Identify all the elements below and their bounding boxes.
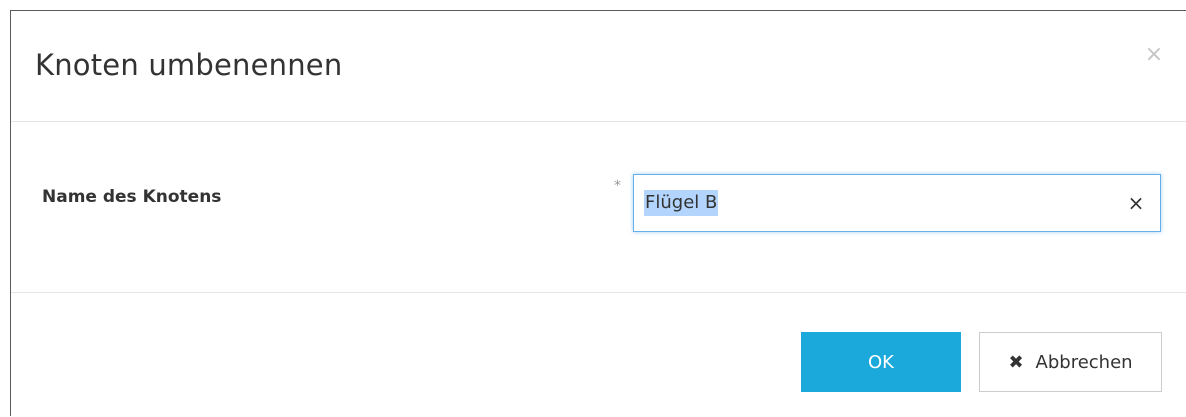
node-name-input[interactable]: Flügel B × [633, 174, 1161, 232]
cancel-button-label: Abbrechen [1035, 351, 1133, 373]
ok-button[interactable]: OK [801, 332, 961, 392]
required-asterisk: * [614, 178, 621, 194]
node-name-label: Name des Knotens [42, 187, 222, 207]
cancel-button[interactable]: ✖ Abbrechen [979, 332, 1162, 392]
clear-icon[interactable]: × [1124, 190, 1148, 216]
dialog-body: Name des Knotens * Flügel B × [11, 123, 1186, 293]
close-icon[interactable]: × [1142, 43, 1166, 67]
ok-button-label: OK [868, 351, 894, 373]
node-name-value[interactable]: Flügel B [644, 190, 719, 216]
close-icon: ✖ [1008, 351, 1024, 373]
rename-node-dialog: Knoten umbenennen × Name des Knotens * F… [10, 10, 1186, 416]
dialog-title: Knoten umbenennen [35, 48, 343, 82]
dialog-footer: OK ✖ Abbrechen [11, 294, 1186, 417]
dialog-header: Knoten umbenennen × [11, 11, 1186, 122]
